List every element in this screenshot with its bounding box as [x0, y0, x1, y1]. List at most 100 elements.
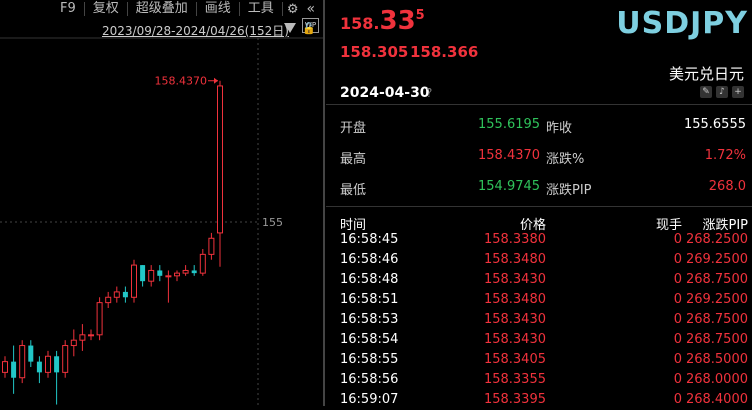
trade-pip: 269.2500: [685, 292, 748, 307]
candle-body: [45, 355, 51, 373]
trade-pip: 268.2500: [685, 232, 748, 247]
candle-body: [217, 85, 223, 234]
quote-panel: 158.335 158.305 158.366 USDJPY 美元兑日元 202…: [326, 0, 752, 407]
trade-volume: 0: [673, 372, 682, 387]
trade-time: 16:58:54: [340, 332, 399, 347]
trade-time: 16:58:55: [340, 352, 399, 367]
prev-close-label: 昨收: [546, 121, 573, 136]
last-price: 158.335: [340, 6, 425, 36]
trade-time: 16:58:53: [340, 312, 399, 327]
candle-body: [182, 269, 189, 274]
trade-price: 158.3480: [483, 292, 546, 307]
trade-time: 16:58:51: [340, 292, 399, 307]
high-label: 最高: [340, 152, 367, 167]
trade-price: 158.3430: [483, 332, 546, 347]
candle-body: [208, 237, 215, 255]
quote-tools: ✎ ♪ +: [700, 86, 744, 98]
candle-body: [165, 275, 172, 278]
table-row[interactable]: 16:58:54 158.3430 0 268.7500: [326, 330, 752, 350]
trade-pip: 268.7500: [685, 312, 748, 327]
candle-body: [36, 361, 42, 373]
trade-volume: 0: [673, 252, 682, 267]
candlestick-chart[interactable]: 158.4370 155: [0, 0, 323, 406]
bid-price: 158.305: [340, 43, 409, 61]
trade-volume: 0: [673, 272, 682, 287]
candle-body: [191, 270, 197, 274]
trade-pip: 268.7500: [685, 272, 748, 287]
change-pip-value: 268.0: [708, 179, 746, 194]
candle-body: [199, 253, 206, 274]
prev-close-value: 155.6555: [683, 117, 746, 132]
candle-body: [157, 270, 163, 276]
quote-date: 2024-04-30: [340, 85, 430, 101]
trade-volume: 0: [673, 392, 682, 407]
high-value: 158.4370: [478, 148, 541, 163]
candle-body: [148, 269, 155, 282]
candle-body: [105, 296, 112, 304]
trade-time: 16:58:45: [340, 232, 399, 247]
trade-price: 158.3355: [483, 372, 546, 387]
trades-header: 时间 价格 现手 涨跌PIP: [326, 212, 752, 233]
open-label: 开盘: [340, 121, 367, 136]
trade-volume: 0: [673, 352, 682, 367]
trade-price: 158.3380: [483, 232, 546, 247]
table-row[interactable]: 16:58:45 158.3380 0 268.2500: [326, 230, 752, 250]
help-icon[interactable]: ?: [426, 86, 432, 100]
change-pct-value: 1.72%: [704, 148, 746, 163]
trade-pip: 269.2500: [685, 252, 748, 267]
candle-body: [113, 291, 120, 298]
candle-body: [140, 265, 146, 282]
trade-volume: 0: [673, 312, 682, 327]
candle-body: [88, 334, 94, 337]
ask-price: 158.366: [410, 43, 479, 61]
chart-panel[interactable]: F9 复权 超级叠加 画线 工具 ⚙ « WP 2023/09/28-2024/…: [0, 0, 323, 406]
trade-volume: 0: [673, 232, 682, 247]
trade-price: 158.3430: [483, 272, 546, 287]
trade-pip: 268.4000: [685, 392, 748, 407]
table-row[interactable]: 16:58:48 158.3430 0 268.7500: [326, 270, 752, 290]
candle-body: [131, 264, 137, 298]
price-axis-label: 155: [262, 216, 283, 229]
table-row[interactable]: 16:58:46 158.3480 0 269.2500: [326, 250, 752, 270]
high-arrow-head: [214, 77, 218, 84]
candle-body: [174, 272, 180, 277]
stats-row: 开盘 155.6195 昨收 155.6555: [340, 110, 748, 141]
trade-time: 16:58:48: [340, 272, 399, 287]
symbol-title: USDJPY: [616, 6, 748, 41]
trade-ticks[interactable]: 时间 价格 现手 涨跌PIP 16:58:45 158.3380 0 268.2500…: [326, 212, 752, 410]
change-pip-label: 涨跌PIP: [546, 183, 592, 198]
edit-icon[interactable]: ✎: [700, 86, 712, 98]
panel-divider[interactable]: [323, 0, 325, 406]
plus-icon[interactable]: +: [732, 86, 744, 98]
trade-price: 158.3395: [483, 392, 546, 407]
table-row[interactable]: 16:59:07 158.3395 0 268.4000: [326, 390, 752, 410]
price-minor: 5: [415, 8, 425, 23]
stats-row: 最高 158.4370 涨跌% 1.72%: [340, 141, 748, 172]
price-major: 158.: [340, 14, 380, 33]
candle-body: [54, 356, 60, 373]
trade-volume: 0: [673, 332, 682, 347]
stats-row: 最低 154.9745 涨跌PIP 268.0: [340, 172, 748, 203]
table-row[interactable]: 16:58:53 158.3430 0 268.7500: [326, 310, 752, 330]
trade-pip: 268.5000: [685, 352, 748, 367]
trade-pip: 268.0000: [685, 372, 748, 387]
table-row[interactable]: 16:58:51 158.3480 0 269.2500: [326, 290, 752, 310]
candle-body: [19, 345, 26, 379]
trade-volume: 0: [673, 292, 682, 307]
divider-line: [326, 206, 752, 207]
candle-body: [62, 345, 69, 373]
candle-body: [122, 291, 128, 298]
table-row[interactable]: 16:58:56 158.3355 0 268.0000: [326, 370, 752, 390]
trade-time: 16:59:07: [340, 392, 399, 407]
candle-body: [79, 334, 86, 341]
candle-body: [70, 339, 77, 347]
bell-icon[interactable]: ♪: [716, 86, 728, 98]
low-label: 最低: [340, 183, 367, 198]
high-annotation: 158.4370: [155, 75, 208, 88]
trade-time: 16:58:46: [340, 252, 399, 267]
trade-price: 158.3405: [483, 352, 546, 367]
table-row[interactable]: 16:58:55 158.3405 0 268.5000: [326, 350, 752, 370]
trade-pip: 268.7500: [685, 332, 748, 347]
trade-price: 158.3430: [483, 312, 546, 327]
candle-body: [96, 302, 103, 336]
